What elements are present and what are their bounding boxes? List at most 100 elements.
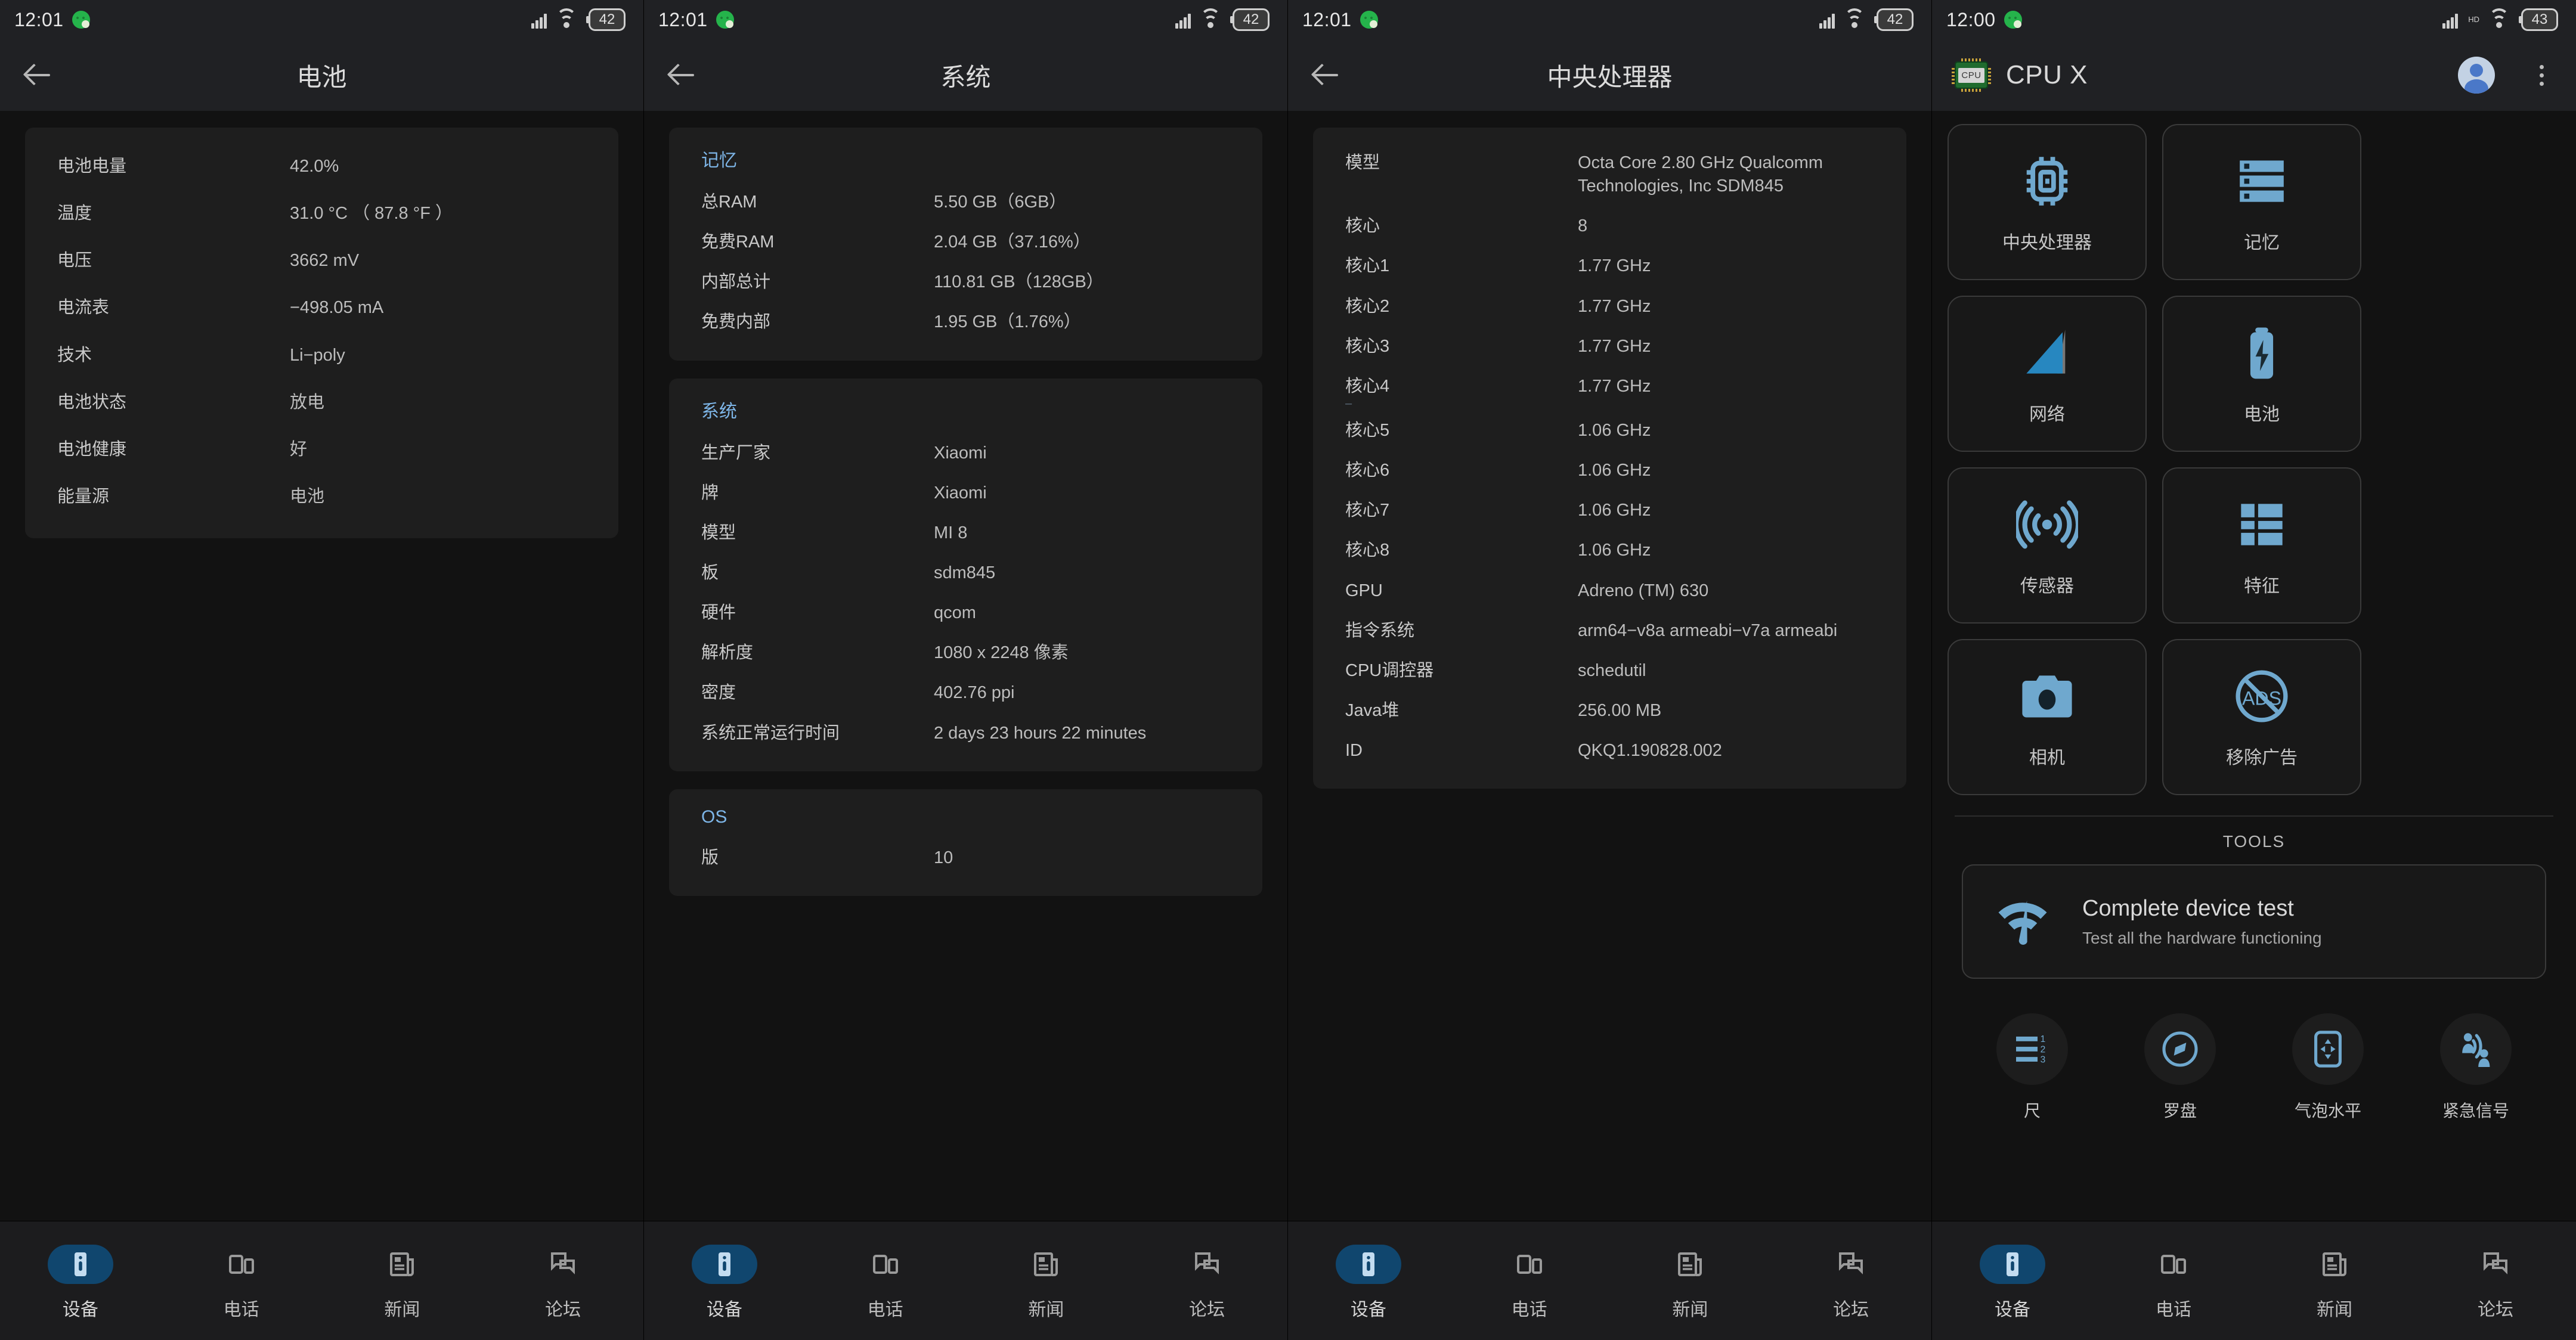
whatsapp-dot-icon — [1360, 11, 1378, 29]
back-arrow-icon[interactable] — [24, 61, 52, 89]
app-bar-cpu: 中央处理器 — [1288, 39, 1931, 111]
tool-bubble-level[interactable]: 气泡水平 — [2268, 1013, 2388, 1122]
nav-item-news[interactable]: 新闻 — [980, 1245, 1111, 1321]
compass-icon — [2144, 1013, 2216, 1085]
table-row: 电压 3662 mV — [25, 237, 618, 284]
whatsapp-dot-icon — [716, 11, 734, 29]
bottom-navigation: 设备 电话 新闻 论坛 — [644, 1221, 1287, 1340]
table-row: 指令系统 arm64−v8a armeabi−v7a armeabi — [1313, 611, 1906, 651]
row-value: 1.06 GHz — [1578, 541, 1651, 560]
row-key: 核心5 — [1345, 420, 1390, 440]
tile-battery[interactable]: 电池 — [2162, 296, 2361, 452]
tile-label: 移除广告 — [2226, 748, 2298, 768]
emergency-signal-icon — [2440, 1013, 2512, 1085]
nav-label: 论坛 — [2478, 1299, 2513, 1320]
app-bar-system: 系统 — [644, 39, 1287, 111]
screens-container: 12:01 42 电池 电池电量 42.0% 温度 31.0 °C （ 87.8 °… — [0, 0, 2576, 1340]
table-row: 电池电量 42.0% — [25, 143, 618, 190]
row-key: 生产厂家 — [701, 443, 771, 463]
overflow-menu-icon[interactable] — [2529, 64, 2553, 86]
nav-item-forum[interactable]: 论坛 — [497, 1245, 628, 1321]
tool-compass[interactable]: 罗盘 — [2120, 1013, 2240, 1122]
row-key: ID — [1345, 741, 1363, 761]
account-avatar[interactable] — [2458, 57, 2495, 94]
row-value: MI 8 — [934, 523, 968, 542]
tile-memory[interactable]: 记忆 — [2162, 124, 2361, 280]
nav-item-phone[interactable]: 电话 — [1464, 1245, 1595, 1321]
table-row: 密度 402.76 ppi — [669, 673, 1262, 713]
status-bar-right: HD 43 — [2442, 8, 2558, 31]
forum-icon — [530, 1245, 596, 1284]
svg-text:1: 1 — [2041, 1034, 2046, 1044]
nav-item-phone[interactable]: 电话 — [820, 1245, 951, 1321]
battery-status-icon: 42 — [1874, 8, 1914, 31]
row-value: 1.77 GHz — [1578, 336, 1651, 356]
status-time: 12:01 — [14, 8, 64, 30]
row-key: 核心7 — [1345, 501, 1390, 520]
row-value: 2 days 23 hours 22 minutes — [934, 723, 1147, 743]
nav-item-news[interactable]: 新闻 — [336, 1245, 467, 1321]
device-test-subtitle: Test all the hardware functioning — [2082, 928, 2322, 947]
nav-item-device[interactable]: 设备 — [1303, 1244, 1434, 1321]
row-value: 1.95 GB（1.76%） — [934, 312, 1081, 332]
table-row: 电流表 −498.05 mA — [25, 284, 618, 331]
row-key: 电池状态 — [57, 392, 127, 412]
nav-item-phone[interactable]: 电话 — [2108, 1245, 2239, 1321]
row-value: sdm845 — [934, 563, 996, 582]
tool-ruler[interactable]: 1 2 3 尺 — [1973, 1013, 2092, 1122]
tile-features[interactable]: 特征 — [2162, 467, 2361, 624]
back-arrow-icon[interactable] — [668, 61, 696, 89]
tile-cpu[interactable]: 中央处理器 — [1948, 124, 2147, 280]
row-value: 5.50 GB（6GB） — [934, 193, 1067, 212]
news-icon — [1657, 1245, 1723, 1284]
svg-text:3: 3 — [2041, 1055, 2046, 1065]
complete-device-test-card[interactable]: Complete device test Test all the hardwa… — [1962, 864, 2546, 979]
table-row: ID QKQ1.190828.002 — [1313, 731, 1906, 771]
cpu-content: 模型 Octa Core 2.80 GHz Qualcomm Technologi… — [1288, 111, 1931, 1221]
table-row: 模型 MI 8 — [669, 513, 1262, 553]
row-value: Xiaomi — [934, 483, 987, 502]
app-bar-cpux: CPU CPU X — [1932, 39, 2576, 111]
table-row: 核心3 1.77 GHz — [1313, 327, 1906, 367]
nav-item-forum[interactable]: 论坛 — [1785, 1245, 1916, 1321]
status-time: 12:00 — [1946, 8, 1996, 30]
nav-item-forum[interactable]: 论坛 — [1141, 1245, 1272, 1321]
row-key: 板 — [701, 563, 719, 582]
wifi-icon — [1200, 8, 1221, 29]
row-key: 免费RAM — [701, 232, 775, 252]
status-bar-left: 12:01 — [658, 9, 734, 31]
tool-label: 紧急信号 — [2442, 1102, 2509, 1120]
page-title: 系统 — [940, 63, 991, 91]
table-row: 解析度 1080 x 2248 像素 — [669, 633, 1262, 673]
status-bar: 12:01 42 — [0, 0, 643, 39]
row-value: 1.77 GHz — [1578, 376, 1651, 396]
row-key: 牌 — [701, 483, 719, 502]
table-row: 核心 8 — [1313, 206, 1906, 246]
nav-item-device[interactable]: 设备 — [659, 1244, 790, 1321]
section-title-system: 系统 — [701, 401, 737, 421]
no-ads-icon: ADS — [2231, 665, 2293, 727]
tool-emergency-signal[interactable]: 紧急信号 — [2416, 1013, 2535, 1122]
tile-remove-ads[interactable]: ADS 移除广告 — [2162, 639, 2361, 795]
news-icon — [2302, 1245, 2367, 1284]
status-bar: 12:01 42 — [1288, 0, 1931, 39]
tile-network[interactable]: 网络 — [1948, 296, 2147, 452]
battery-status-icon: 43 — [2519, 8, 2558, 31]
tile-sensors[interactable]: 传感器 — [1948, 467, 2147, 624]
nav-item-forum[interactable]: 论坛 — [2430, 1245, 2561, 1321]
os-card: OS 版 10 — [669, 789, 1262, 896]
tile-camera[interactable]: 相机 — [1948, 639, 2147, 795]
back-arrow-icon[interactable] — [1312, 61, 1340, 89]
row-key: GPU — [1345, 581, 1383, 600]
nav-item-device[interactable]: 设备 — [1947, 1244, 2078, 1321]
cpu-chip-logo: CPU — [1952, 58, 1991, 92]
table-row: 模型 Octa Core 2.80 GHz Qualcomm Technologi… — [1313, 143, 1906, 206]
nav-item-news[interactable]: 新闻 — [1624, 1245, 1755, 1321]
nav-item-phone[interactable]: 电话 — [176, 1245, 307, 1321]
nav-item-device[interactable]: 设备 — [15, 1244, 146, 1321]
device-info-icon — [691, 1244, 757, 1284]
news-icon — [369, 1245, 435, 1284]
nav-item-news[interactable]: 新闻 — [2269, 1245, 2400, 1321]
row-value: 31.0 °C （ 87.8 °F ） — [290, 204, 453, 224]
row-key: 温度 — [57, 204, 92, 224]
